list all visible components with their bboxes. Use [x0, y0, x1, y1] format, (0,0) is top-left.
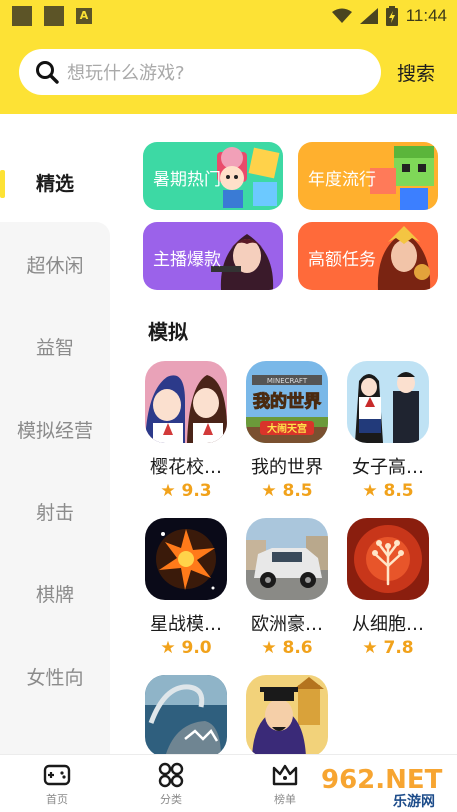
sidebar-item-shooting[interactable]: 射击 — [0, 493, 110, 533]
banner-annual-popular[interactable]: 年度流行 — [298, 142, 438, 210]
emperor-icon — [246, 675, 328, 754]
game-card[interactable]: 星战模… ★ 9.0 — [136, 518, 236, 668]
banner-label: 暑期热门 — [153, 170, 221, 190]
banner-streamer-hits[interactable]: 主播爆款 — [143, 222, 283, 290]
game-card[interactable]: MINECRAFT 我的世界 大闹天宫 我的世界 ★ 8.5 — [237, 361, 337, 511]
top-header: A 11:44 想玩什么游戏? 搜索 — [0, 0, 457, 114]
minecraft-icon: MINECRAFT 我的世界 大闹天宫 — [246, 361, 328, 443]
main-content: 暑期热门 年度流行 主播爆款 高额任务 模拟 樱花校… ★ 9.3 MINECR… — [110, 114, 457, 754]
game-icon — [145, 518, 227, 600]
cell-tree-icon — [347, 518, 429, 600]
nav-label: 首页 — [46, 793, 68, 806]
banner-label: 主播爆款 — [153, 250, 221, 270]
nav-item-home[interactable]: 首页 — [27, 761, 87, 811]
signal-icon — [359, 8, 378, 24]
nav-label: 分类 — [160, 793, 182, 806]
game-card[interactable]: 欧洲豪… ★ 8.6 — [237, 518, 337, 668]
game-rating: ★ 8.6 — [261, 638, 313, 658]
game-icon: MINECRAFT 我的世界 大闹天宫 — [246, 361, 328, 443]
watermark-text: 962.NET — [321, 765, 443, 795]
site-watermark-logo: 962.NET 乐游网 — [321, 765, 443, 810]
banner-high-reward-tasks[interactable]: 高额任务 — [298, 222, 438, 290]
crown-icon — [272, 764, 298, 786]
game-card[interactable]: 女子高… ★ 8.5 — [338, 361, 438, 511]
game-card[interactable] — [237, 675, 337, 754]
game-name: 女子高… — [352, 457, 424, 478]
game-rating: ★ 7.8 — [362, 638, 414, 658]
game-rating: ★ 9.0 — [160, 638, 212, 658]
rating-value: 9.3 — [181, 481, 212, 501]
sidebar-item-casual[interactable]: 超休闲 — [0, 246, 110, 286]
shark-icon — [145, 675, 227, 754]
gamepad-icon — [43, 764, 71, 786]
banner-label: 年度流行 — [308, 170, 376, 190]
game-card[interactable] — [136, 675, 236, 754]
game-icon — [246, 518, 328, 600]
game-rating: ★ 9.3 — [160, 481, 212, 501]
sidebar-item-simulation[interactable]: 模拟经营 — [0, 411, 110, 451]
grid-circles-icon — [158, 762, 184, 788]
rating-value: 9.0 — [181, 638, 212, 658]
game-card[interactable]: 樱花校… ★ 9.3 — [136, 361, 236, 511]
section-title: 模拟 — [148, 320, 188, 344]
sidebar-item-card[interactable]: 棋牌 — [0, 575, 110, 615]
icon-top-text: MINECRAFT — [267, 377, 308, 385]
notification-icon — [12, 6, 32, 26]
game-icon — [246, 675, 328, 754]
battery-icon — [385, 6, 398, 26]
wifi-icon — [331, 8, 352, 23]
game-name: 欧洲豪… — [251, 614, 323, 635]
app-notification-icon: A — [76, 8, 92, 24]
icon-title-text: 我的世界 — [253, 391, 321, 412]
banner-art-icon — [211, 234, 274, 290]
notification-icon — [44, 6, 64, 26]
sidebar-item-puzzle[interactable]: 益智 — [0, 328, 110, 368]
search-icon — [36, 61, 59, 84]
nav-label: 榜单 — [274, 793, 296, 806]
sidebar-item-featured[interactable]: 精选 — [0, 164, 110, 204]
search-button[interactable]: 搜索 — [397, 59, 435, 86]
rating-value: 8.6 — [282, 638, 313, 658]
banner-summer-hot[interactable]: 暑期热门 — [143, 142, 283, 210]
rating-value: 8.5 — [383, 481, 414, 501]
watermark-sub: 乐游网 — [393, 793, 435, 810]
category-sidebar: 精选 超休闲 益智 模拟经营 射击 棋牌 女性向 — [0, 114, 110, 762]
exploding-planet-icon — [145, 518, 227, 600]
game-card[interactable]: 从细胞… ★ 7.8 — [338, 518, 438, 668]
game-icon — [145, 675, 227, 754]
suv-car-icon — [246, 518, 328, 600]
search-placeholder: 想玩什么游戏? — [67, 63, 185, 84]
game-name: 星战模… — [150, 614, 222, 635]
game-name: 从细胞… — [352, 614, 424, 635]
search-input[interactable]: 想玩什么游戏? — [19, 49, 381, 95]
sidebar-item-female[interactable]: 女性向 — [0, 658, 110, 698]
nav-item-categories[interactable]: 分类 — [141, 761, 201, 811]
icon-sub-text: 大闹天宫 — [267, 422, 307, 435]
status-indicators: 11:44 — [331, 5, 447, 27]
game-rating: ★ 8.5 — [362, 481, 414, 501]
game-icon — [347, 518, 429, 600]
nav-item-rankings[interactable]: 榜单 — [255, 761, 315, 811]
game-icon — [347, 361, 429, 443]
game-name: 我的世界 — [251, 457, 323, 478]
game-rating: ★ 8.5 — [261, 481, 313, 501]
rating-value: 7.8 — [383, 638, 414, 658]
banner-art-icon — [377, 226, 431, 290]
clock: 11:44 — [405, 6, 447, 25]
rating-value: 8.5 — [282, 481, 313, 501]
banner-label: 高额任务 — [308, 250, 376, 270]
game-icon — [145, 361, 227, 443]
anime-characters-icon — [145, 361, 227, 443]
banner-art-icon — [217, 147, 280, 208]
schoolgirl-icon — [347, 361, 429, 443]
banner-art-icon — [370, 146, 434, 210]
game-name: 樱花校… — [150, 457, 222, 478]
status-bar: A 11:44 — [0, 0, 457, 32]
